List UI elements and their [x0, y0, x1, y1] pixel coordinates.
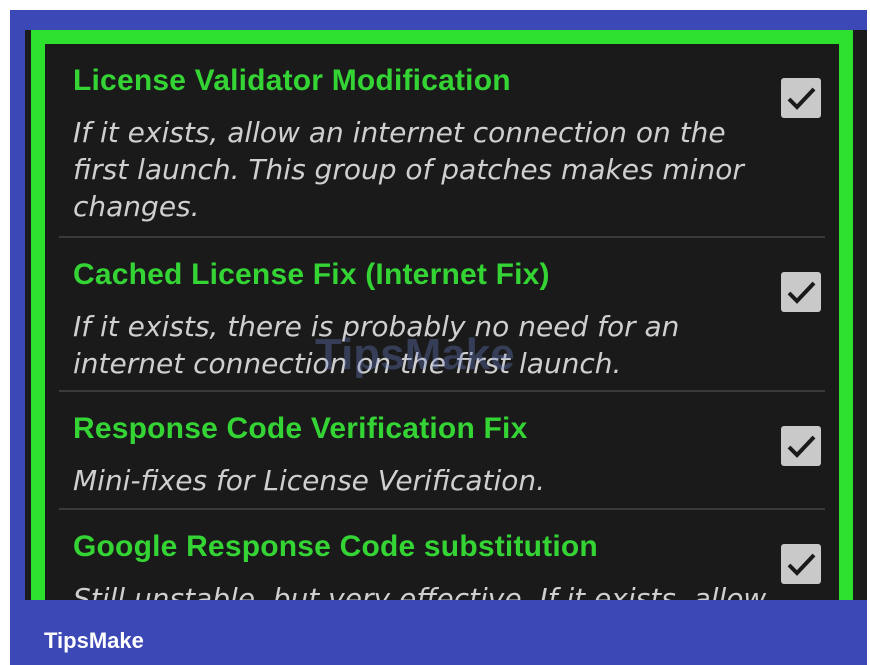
- patch-description: Still unstable, but very effective. If i…: [73, 582, 767, 600]
- footer-bar: TipsMake: [10, 600, 867, 665]
- highlight-frame: License Validator Modification If it exi…: [31, 30, 853, 600]
- checkbox[interactable]: [781, 426, 821, 466]
- patch-description: Mini-fixes for License Verification.: [73, 464, 546, 497]
- patch-item[interactable]: Cached License Fix (Internet Fix) If it …: [59, 238, 825, 392]
- patch-title: License Validator Modification: [73, 64, 511, 97]
- patch-description: If it exists, allow an internet connecti…: [73, 116, 744, 223]
- checkbox[interactable]: [781, 78, 821, 118]
- screenshot-panel: License Validator Modification If it exi…: [25, 30, 867, 600]
- checkmark-icon: [787, 435, 816, 458]
- checkmark-icon: [787, 553, 816, 576]
- checkmark-icon: [787, 281, 816, 304]
- patch-title: Cached License Fix (Internet Fix): [73, 258, 550, 291]
- patch-item[interactable]: Google Response Code substitution Still …: [59, 510, 825, 600]
- patch-title: Response Code Verification Fix: [73, 412, 528, 445]
- patch-title: Google Response Code substitution: [73, 530, 598, 563]
- patch-description: If it exists, there is probably no need …: [73, 310, 680, 380]
- checkmark-icon: [787, 87, 816, 110]
- brand-label: TipsMake: [44, 628, 144, 653]
- patch-item[interactable]: License Validator Modification If it exi…: [59, 44, 825, 238]
- checkbox[interactable]: [781, 544, 821, 584]
- patch-item[interactable]: Response Code Verification Fix Mini-fixe…: [59, 392, 825, 510]
- checkbox[interactable]: [781, 272, 821, 312]
